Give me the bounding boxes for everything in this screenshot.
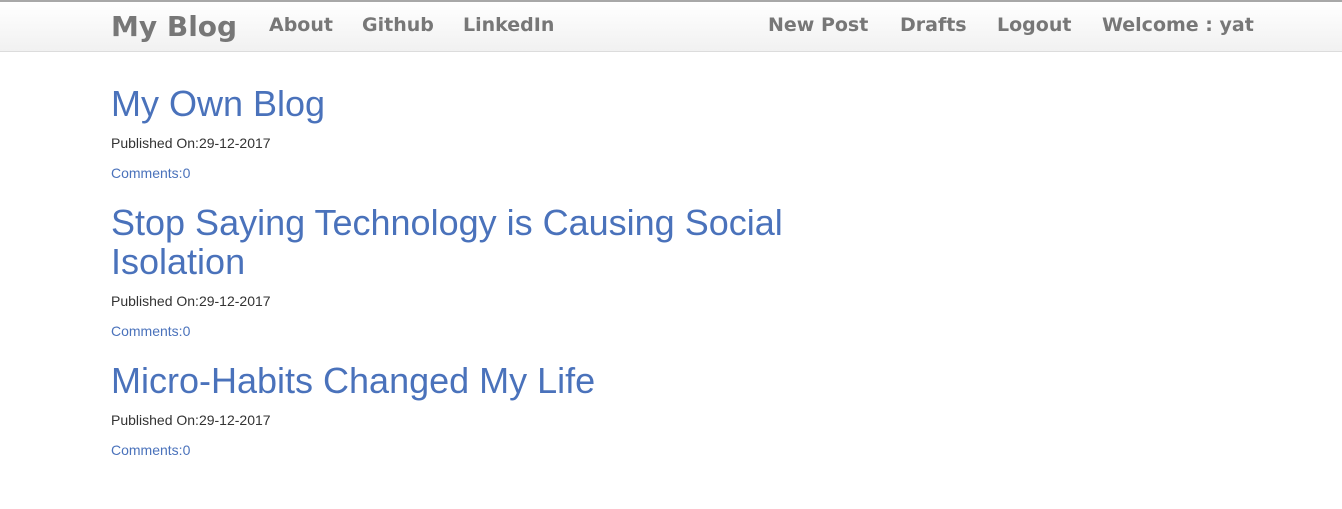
nav-github-link[interactable]: Github <box>362 14 434 36</box>
nav-drafts-link[interactable]: Drafts <box>900 14 967 36</box>
nav-logout-link[interactable]: Logout <box>997 14 1071 36</box>
post-published-date: Published On:29-12-2017 <box>111 412 271 428</box>
top-navbar: My Blog About Github LinkedIn New Post D… <box>0 0 1342 52</box>
post-published-date: Published On:29-12-2017 <box>111 135 271 151</box>
brand-link[interactable]: My Blog <box>111 10 237 43</box>
post-comments-link[interactable]: Comments:0 <box>111 165 190 181</box>
nav-linkedin-link[interactable]: LinkedIn <box>463 14 554 36</box>
post-title-link[interactable]: Micro-Habits Changed My Life <box>111 361 811 400</box>
post-comments-link[interactable]: Comments:0 <box>111 442 190 458</box>
post-published-date: Published On:29-12-2017 <box>111 293 271 309</box>
post-title-link[interactable]: My Own Blog <box>111 84 811 123</box>
post-comments-link[interactable]: Comments:0 <box>111 323 190 339</box>
nav-welcome-user[interactable]: Welcome : yat <box>1102 14 1254 36</box>
nav-new-post-link[interactable]: New Post <box>768 14 868 36</box>
nav-about-link[interactable]: About <box>269 14 333 36</box>
post-title-link[interactable]: Stop Saying Technology is Causing Social… <box>111 203 811 281</box>
